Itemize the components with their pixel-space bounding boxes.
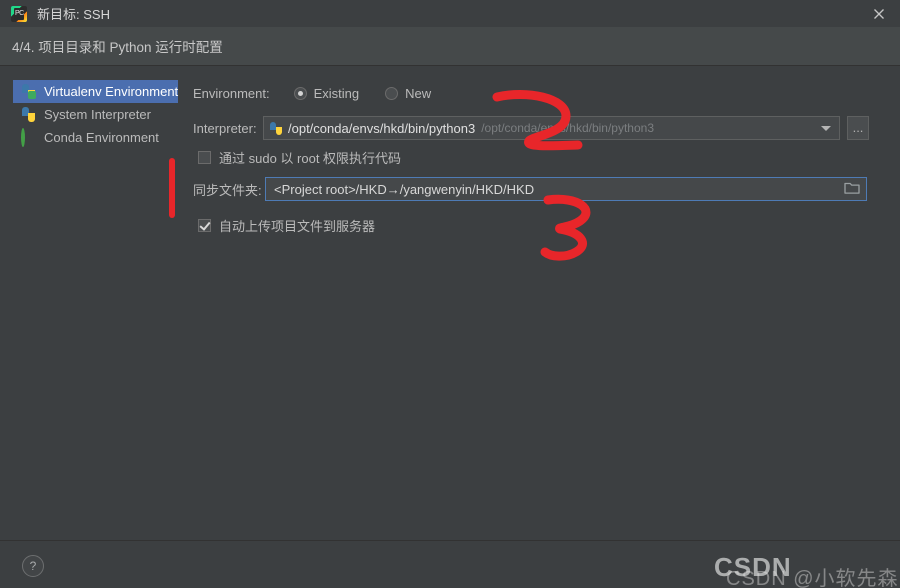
step-header: 4/4. 项目目录和 Python 运行时配置 [0, 27, 900, 66]
sudo-checkbox[interactable] [198, 151, 211, 164]
folder-icon[interactable] [844, 181, 860, 198]
sidebar-item-system-interpreter[interactable]: System Interpreter [13, 103, 178, 126]
sync-folder-value: <Project root>/HKD→/yangwenyin/HKD/HKD [274, 182, 534, 197]
radio-new-label: New [405, 86, 431, 101]
interpreter-browse-button[interactable]: ... [847, 116, 869, 140]
sync-folder-label: 同步文件夹: [193, 180, 265, 199]
auto-upload-checkbox[interactable] [198, 219, 211, 232]
dialog-content: Virtualenv Environment System Interprete… [0, 66, 900, 540]
environment-row: Environment: Existing New [193, 86, 431, 101]
conda-circle-icon [21, 130, 37, 146]
sidebar-item-label: Conda Environment [44, 130, 159, 145]
sudo-checkbox-label: 通过 sudo 以 root 权限执行代码 [219, 148, 401, 167]
radio-existing-label: Existing [314, 86, 360, 101]
python-icon [270, 122, 283, 135]
auto-upload-checkbox-label: 自动上传项目文件到服务器 [219, 216, 375, 235]
sync-folder-row: 同步文件夹: <Project root>/HKD→/yangwenyin/HK… [193, 177, 881, 201]
interpreter-combobox[interactable]: /opt/conda/envs/hkd/bin/python3 /opt/con… [263, 116, 840, 140]
window-title: 新目标: SSH [37, 4, 110, 23]
environment-label: Environment: [193, 86, 270, 101]
title-bar: PC 新目标: SSH [0, 0, 900, 28]
pycharm-icon: PC [11, 6, 27, 22]
sidebar-item-virtualenv-environment[interactable]: Virtualenv Environment [13, 80, 178, 103]
radio-new[interactable]: New [385, 86, 431, 101]
sudo-checkbox-row[interactable]: 通过 sudo 以 root 权限执行代码 [198, 148, 401, 167]
python-icon [21, 107, 37, 123]
virtualenv-python-icon [21, 84, 37, 100]
interpreter-value: /opt/conda/envs/hkd/bin/python3 [288, 121, 475, 136]
radio-new-indicator[interactable] [385, 87, 398, 100]
close-icon[interactable] [858, 0, 900, 27]
chevron-down-icon[interactable] [821, 126, 831, 131]
sync-folder-input[interactable]: <Project root>/HKD→/yangwenyin/HKD/HKD [265, 177, 867, 201]
dialog-new-target-ssh: PC 新目标: SSH 4/4. 项目目录和 Python 运行时配置 Virt… [0, 0, 900, 588]
interpreter-row: Interpreter: /opt/conda/envs/hkd/bin/pyt… [193, 116, 881, 140]
sidebar-item-label: System Interpreter [44, 107, 151, 122]
radio-existing[interactable]: Existing [294, 86, 360, 101]
footer-bar: ? 上一步 (P) 创建 [0, 540, 900, 588]
radio-existing-indicator[interactable] [294, 87, 307, 100]
step-title: 4/4. 项目目录和 Python 运行时配置 [12, 36, 223, 56]
auto-upload-checkbox-row[interactable]: 自动上传项目文件到服务器 [198, 216, 375, 235]
annotation-mark-1 [169, 158, 175, 218]
interpreter-label: Interpreter: [193, 121, 263, 136]
sidebar-item-label: Virtualenv Environment [44, 84, 178, 99]
sidebar-item-conda-environment[interactable]: Conda Environment [13, 126, 178, 149]
interpreter-hint: /opt/conda/envs/hkd/bin/python3 [481, 121, 654, 135]
help-button[interactable]: ? [22, 555, 44, 577]
environment-type-list: Virtualenv Environment System Interprete… [13, 80, 178, 149]
